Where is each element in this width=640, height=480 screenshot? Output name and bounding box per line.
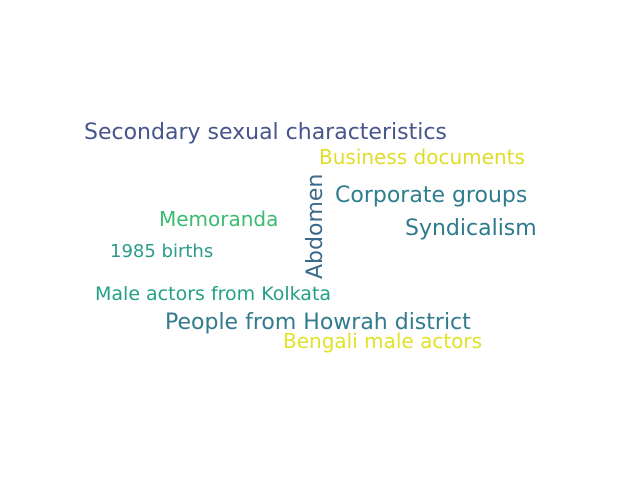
word-1985-births: 1985 births	[110, 241, 214, 262]
word-male-actors-from-kolkata: Male actors from Kolkata	[95, 283, 332, 305]
word-corporate-groups: Corporate groups	[335, 183, 528, 208]
word-abdomen: Abdomen	[303, 173, 328, 279]
word-syndicalism: Syndicalism	[405, 216, 537, 241]
word-memoranda: Memoranda	[159, 207, 279, 231]
word-bengali-male-actors: Bengali male actors	[283, 329, 483, 353]
word-business-documents: Business documents	[319, 145, 525, 169]
word-secondary-sexual-characteristics: Secondary sexual characteristics	[84, 120, 447, 145]
word-cloud: Secondary sexual characteristics Busines…	[0, 0, 640, 480]
